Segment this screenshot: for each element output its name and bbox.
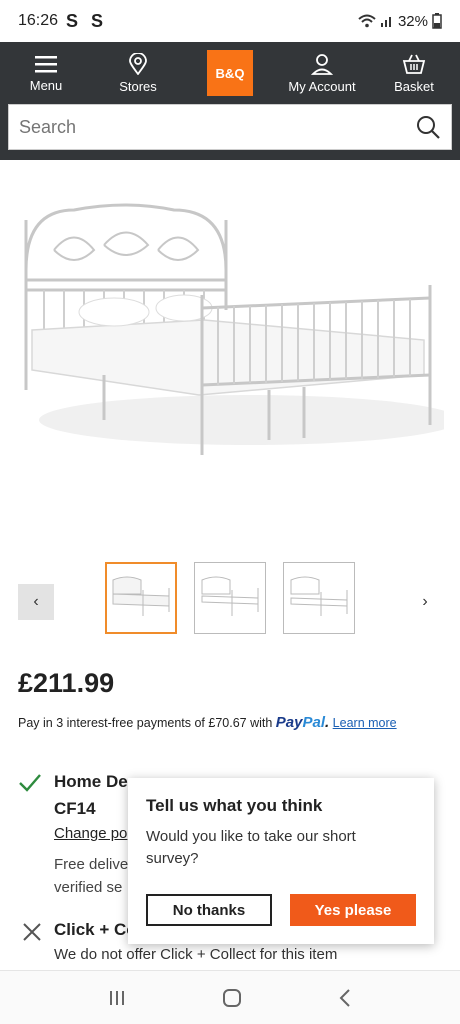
paypal-text: Pay in 3 interest-free payments of £70.6…	[18, 716, 273, 730]
home-icon[interactable]	[222, 988, 242, 1008]
change-postcode-link[interactable]: Change po	[54, 825, 127, 842]
carousel-prev-button[interactable]: ‹	[18, 584, 54, 620]
product-image[interactable]	[14, 190, 444, 490]
wifi-icon	[358, 14, 376, 28]
paypal-installments: Pay in 3 interest-free payments of £70.6…	[18, 714, 397, 731]
check-icon	[19, 774, 41, 792]
basket-button[interactable]: Basket	[368, 42, 460, 104]
thumbnail-bed-image	[112, 576, 170, 616]
home-delivery-title: Home De	[54, 772, 128, 791]
basket-label: Basket	[394, 78, 434, 94]
my-account-button[interactable]: My Account	[276, 42, 368, 104]
location-pin-icon	[129, 52, 147, 75]
survey-popup: Tell us what you think Would you like to…	[128, 778, 434, 944]
battery-icon	[432, 13, 442, 29]
survey-buttons: No thanks Yes please	[146, 894, 416, 926]
thumbnail-carousel: ‹ ›	[0, 560, 460, 640]
thumbnail-bed-image	[290, 576, 348, 616]
search-icon[interactable]	[415, 114, 441, 140]
thumbnail-1[interactable]	[105, 562, 177, 634]
back-icon[interactable]	[337, 988, 353, 1008]
free-delivery-text: Free delive	[54, 856, 129, 873]
thumbnail-bed-image	[201, 576, 259, 616]
battery-percent: 32%	[397, 12, 428, 30]
hamburger-icon	[35, 55, 57, 72]
carousel-next-button[interactable]: ›	[412, 584, 438, 620]
product-price: £211.99	[18, 668, 115, 698]
chevron-left-icon: ‹	[33, 593, 39, 610]
recent-apps-icon[interactable]	[107, 989, 127, 1007]
cross-icon	[23, 923, 41, 941]
yes-please-button[interactable]: Yes please	[290, 894, 416, 926]
stores-label: Stores	[119, 78, 157, 94]
search-bar	[0, 104, 460, 160]
click-collect-note: We do not offer Click + Collect for this…	[54, 946, 338, 963]
survey-title: Tell us what you think	[146, 796, 323, 815]
menu-label: Menu	[29, 77, 63, 93]
search-input[interactable]	[19, 116, 415, 138]
search-box	[8, 104, 452, 150]
menu-button[interactable]: Menu	[0, 42, 92, 104]
status-indicators: S S	[66, 10, 108, 31]
no-thanks-button[interactable]: No thanks	[146, 894, 272, 926]
system-nav-bar	[0, 970, 460, 1024]
paypal-logo: PayPal.	[275, 714, 330, 731]
thumbnail-3[interactable]	[283, 562, 355, 634]
user-icon	[311, 53, 333, 75]
click-collect-title: Click + Co	[54, 920, 137, 939]
my-account-label: My Account	[288, 78, 356, 94]
chevron-right-icon: ›	[422, 593, 428, 610]
stores-button[interactable]: Stores	[92, 42, 184, 104]
status-time: 16:26	[18, 12, 59, 29]
delivery-postcode: CF14	[54, 799, 96, 818]
basket-icon	[402, 54, 426, 74]
logo-link[interactable]: B&Q	[184, 42, 276, 104]
bq-logo: B&Q	[207, 50, 253, 96]
status-right: 32%	[358, 13, 442, 30]
survey-text: Would you like to take our short survey?	[146, 828, 356, 867]
learn-more-link[interactable]: Learn more	[333, 716, 397, 730]
verified-seller-text: verified se	[54, 879, 123, 896]
status-bar: 16:26 S S 32%	[0, 0, 460, 42]
header-nav: Menu Stores B&Q My Account Basket	[0, 42, 460, 104]
signal-icon	[380, 17, 391, 27]
thumbnail-2[interactable]	[194, 562, 266, 634]
